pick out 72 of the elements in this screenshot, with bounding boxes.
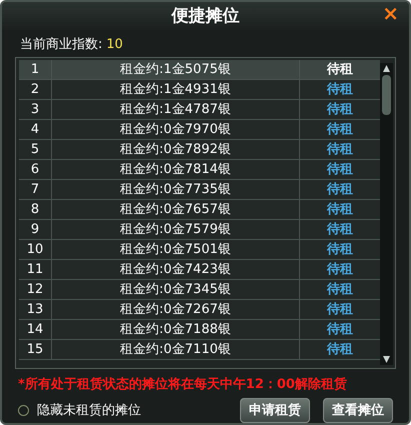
table-row[interactable]: 2 租金约:1金4931银 待租 [19, 80, 380, 100]
rent-cell: 租金约:0金7579银 [52, 220, 300, 240]
row-number: 5 [19, 140, 52, 160]
rent-cell: 租金约:0金7970银 [52, 120, 300, 140]
status-cell-text: 待租 [326, 61, 354, 80]
rent-cell: 租金约:1金4931银 [52, 80, 300, 100]
row-number: 10 [19, 240, 52, 260]
index-label: 当前商业指数: [20, 36, 102, 54]
rent-cell: 租金约:0金7892银 [52, 140, 300, 160]
status-cell-text: 待租 [326, 341, 354, 360]
index-value: 10 [106, 36, 123, 54]
status-cell-text: 待租 [326, 301, 354, 320]
rent-cell: 租金约:0金7423银 [52, 260, 300, 280]
radio-button[interactable] [18, 405, 29, 416]
row-number: 8 [19, 200, 52, 220]
table-row[interactable]: 3 租金约:1金4787银 待租 [19, 100, 380, 120]
table-row[interactable]: 12 租金约:0金7345银 待租 [19, 280, 380, 300]
table-row[interactable]: 14 租金约:0金7188银 待租 [19, 320, 380, 340]
scrollbar[interactable] [380, 63, 393, 364]
row-number: 14 [19, 320, 52, 340]
table-row[interactable]: 7 租金约:0金7735银 待租 [19, 180, 380, 200]
status-cell-text: 待租 [326, 81, 354, 100]
row-number: 15 [19, 340, 52, 360]
table-row[interactable]: 5 租金约:0金7892银 待租 [19, 140, 380, 160]
rent-cell: 租金约:0金7345银 [52, 280, 300, 300]
row-number: 2 [19, 80, 52, 100]
row-number: 9 [19, 220, 52, 240]
table-row[interactable]: 9 租金约:0金7579银 待租 [19, 220, 380, 240]
table-row[interactable]: 10 租金约:0金7501银 待租 [19, 240, 380, 260]
status-cell-text: 待租 [326, 101, 354, 120]
status-cell-text: 待租 [326, 161, 354, 180]
hide-option-label: 隐藏未租赁的摊位 [37, 402, 141, 420]
row-number: 6 [19, 160, 52, 180]
window-title: 便捷摊位 [172, 5, 240, 28]
rent-cell: 租金约:0金7110银 [52, 340, 300, 360]
rent-cell: 租金约:0金7657银 [52, 200, 300, 220]
scroll-down-icon[interactable] [381, 354, 392, 364]
action-button[interactable]: 申请租赁 [240, 398, 310, 423]
rent-cell: 租金约:0金7267银 [52, 300, 300, 320]
rent-cell: 租金约:0金7814银 [52, 160, 300, 180]
scroll-thumb[interactable] [382, 75, 391, 116]
status-cell-text: 待租 [326, 241, 354, 260]
row-number: 3 [19, 100, 52, 120]
row-number: 1 [19, 60, 52, 80]
notice-text: *所有处于租赁状态的摊位将在每天中午12：00解除租赁 [17, 376, 348, 394]
status-cell-text: 待租 [326, 141, 354, 160]
status-cell-text: 待租 [326, 201, 354, 220]
table-row[interactable]: 1 租金约:1金5075银 待租 [19, 60, 380, 80]
table-row[interactable]: 8 租金约:0金7657银 待租 [19, 200, 380, 220]
status-cell-text: 待租 [326, 221, 354, 240]
row-number: 11 [19, 260, 52, 280]
rent-cell: 租金约:0金7188银 [52, 320, 300, 340]
table-row[interactable]: 15 租金约:0金7110银 待租 [19, 340, 380, 360]
rent-cell: 租金约:1金4787银 [52, 100, 300, 120]
status-cell-text: 待租 [326, 281, 354, 300]
row-number: 13 [19, 300, 52, 320]
status-cell-text: 待租 [326, 261, 354, 280]
table-row[interactable]: 13 租金约:0金7267银 待租 [19, 300, 380, 320]
status-cell-text: 待租 [326, 121, 354, 140]
close-button[interactable]: × [382, 3, 399, 23]
rent-cell: 租金约:0金7735银 [52, 180, 300, 200]
status-cell-text: 待租 [326, 181, 354, 200]
table-row[interactable]: 4 租金约:0金7970银 待租 [19, 120, 380, 140]
row-number: 12 [19, 280, 52, 300]
row-number: 7 [19, 180, 52, 200]
action-button[interactable]: 查看摊位 [323, 398, 393, 423]
row-number: 4 [19, 120, 52, 140]
rent-cell: 租金约:0金7501银 [52, 240, 300, 260]
table-row[interactable]: 11 租金约:0金7423银 待租 [19, 260, 380, 280]
rent-cell: 租金约:1金5075银 [52, 60, 300, 80]
status-cell-text: 待租 [326, 321, 354, 340]
table-row[interactable]: 6 租金约:0金7814银 待租 [19, 160, 380, 180]
